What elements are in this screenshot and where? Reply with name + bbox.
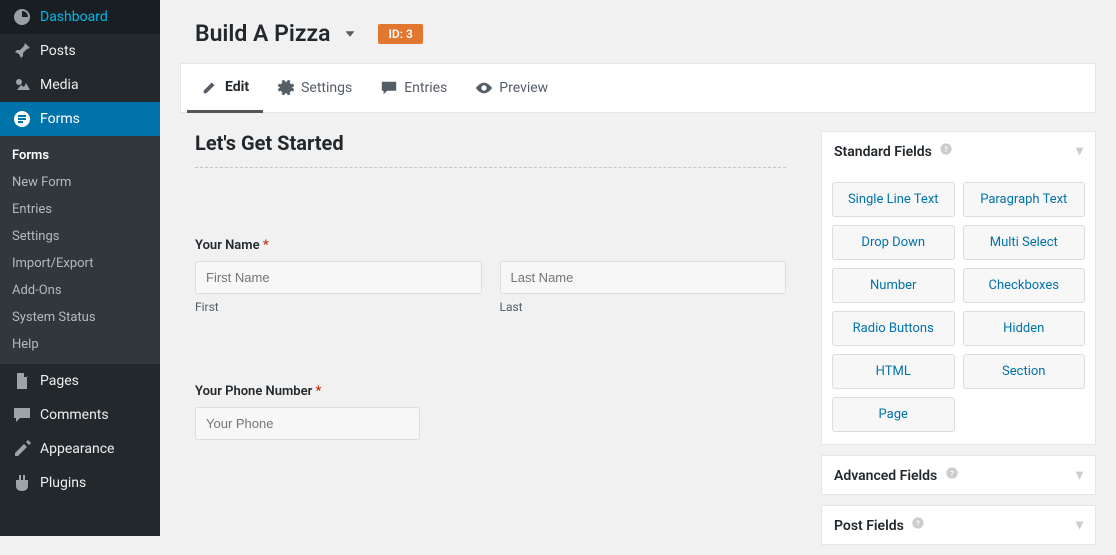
sidebar-item-media[interactable]: Media bbox=[0, 68, 160, 102]
sidebar-label: Pages bbox=[40, 373, 79, 389]
svg-text:?: ? bbox=[916, 519, 920, 528]
sidebar-item-comments[interactable]: Comments bbox=[0, 398, 160, 432]
forms-icon bbox=[12, 109, 32, 129]
sidebar-item-dashboard[interactable]: Dashboard bbox=[0, 0, 160, 34]
form-switcher-dropdown[interactable] bbox=[340, 24, 360, 44]
submenu-settings[interactable]: Settings bbox=[0, 223, 160, 250]
last-name-sublabel: Last bbox=[500, 300, 787, 314]
field-section[interactable]: Section bbox=[963, 354, 1086, 389]
submenu-forms[interactable]: Forms bbox=[0, 142, 160, 169]
expand-arrow-icon: ▾ bbox=[1076, 517, 1083, 533]
sidebar-label: Forms bbox=[40, 111, 80, 127]
last-name-input[interactable] bbox=[500, 261, 787, 294]
comments-icon bbox=[12, 405, 32, 425]
sidebar-label: Media bbox=[40, 77, 79, 93]
standard-fields-body: Single Line Text Paragraph Text Drop Dow… bbox=[822, 170, 1095, 444]
submenu-new-form[interactable]: New Form bbox=[0, 169, 160, 196]
tab-label: Entries bbox=[404, 80, 447, 96]
plugins-icon bbox=[12, 473, 32, 493]
field-radio-buttons[interactable]: Radio Buttons bbox=[832, 311, 955, 346]
appearance-icon bbox=[12, 439, 32, 459]
pin-icon bbox=[12, 41, 32, 61]
post-fields-panel: Post Fields ? ▾ bbox=[821, 505, 1096, 545]
submenu-import-export[interactable]: Import/Export bbox=[0, 250, 160, 277]
divider bbox=[195, 167, 786, 168]
tab-preview[interactable]: Preview bbox=[461, 64, 562, 112]
sidebar-label: Dashboard bbox=[40, 9, 108, 25]
admin-sidebar: Dashboard Posts Media Forms Forms New Fo… bbox=[0, 0, 160, 536]
field-paragraph-text[interactable]: Paragraph Text bbox=[963, 182, 1086, 217]
edit-icon bbox=[201, 78, 219, 96]
first-name-input[interactable] bbox=[195, 261, 482, 294]
dashboard-icon bbox=[12, 7, 32, 27]
field-number[interactable]: Number bbox=[832, 268, 955, 303]
main-content: Build A Pizza ID: 3 Edit Settings Entrie… bbox=[160, 0, 1116, 555]
form-header: Build A Pizza ID: 3 bbox=[180, 0, 1096, 63]
help-icon: ? bbox=[945, 466, 959, 480]
forms-submenu: Forms New Form Entries Settings Import/E… bbox=[0, 136, 160, 364]
pages-icon bbox=[12, 371, 32, 391]
form-section-heading: Let's Get Started bbox=[195, 131, 786, 155]
sidebar-item-plugins[interactable]: Plugins bbox=[0, 466, 160, 500]
field-html[interactable]: HTML bbox=[832, 354, 955, 389]
form-id-badge: ID: 3 bbox=[378, 24, 422, 44]
phone-field-block: Your Phone Number * bbox=[195, 384, 786, 440]
help-icon: ? bbox=[939, 142, 953, 156]
post-fields-header[interactable]: Post Fields ? ▾ bbox=[822, 506, 1095, 544]
field-multi-select[interactable]: Multi Select bbox=[963, 225, 1086, 260]
field-hidden[interactable]: Hidden bbox=[963, 311, 1086, 346]
form-title: Build A Pizza bbox=[195, 20, 330, 47]
phone-input[interactable] bbox=[195, 407, 420, 440]
field-checkboxes[interactable]: Checkboxes bbox=[963, 268, 1086, 303]
settings-icon bbox=[277, 79, 295, 97]
required-indicator: * bbox=[316, 384, 322, 399]
name-field-row: First Last bbox=[195, 261, 786, 314]
sidebar-label: Comments bbox=[40, 407, 109, 423]
collapse-arrow-icon: ▾ bbox=[1076, 143, 1083, 159]
tab-label: Preview bbox=[499, 80, 548, 96]
tab-entries[interactable]: Entries bbox=[366, 64, 461, 112]
entries-icon bbox=[380, 79, 398, 97]
expand-arrow-icon: ▾ bbox=[1076, 467, 1083, 483]
field-single-line-text[interactable]: Single Line Text bbox=[832, 182, 955, 217]
standard-fields-panel: Standard Fields ? ▾ Single Line Text Par… bbox=[821, 131, 1096, 445]
form-editor-area: Let's Get Started Your Name * First Last… bbox=[180, 131, 801, 555]
phone-field-label: Your Phone Number * bbox=[195, 384, 786, 399]
required-indicator: * bbox=[263, 238, 269, 253]
sidebar-item-posts[interactable]: Posts bbox=[0, 34, 160, 68]
svg-text:?: ? bbox=[944, 145, 948, 154]
field-drop-down[interactable]: Drop Down bbox=[832, 225, 955, 260]
name-field-label: Your Name * bbox=[195, 238, 786, 253]
tab-label: Edit bbox=[225, 79, 249, 95]
first-name-sublabel: First bbox=[195, 300, 482, 314]
tab-edit[interactable]: Edit bbox=[187, 64, 263, 113]
submenu-help[interactable]: Help bbox=[0, 331, 160, 358]
sidebar-label: Posts bbox=[40, 43, 76, 59]
advanced-fields-header[interactable]: Advanced Fields ? ▾ bbox=[822, 456, 1095, 494]
sidebar-label: Appearance bbox=[40, 441, 114, 457]
tab-settings[interactable]: Settings bbox=[263, 64, 366, 112]
sidebar-label: Plugins bbox=[40, 475, 86, 491]
sidebar-item-pages[interactable]: Pages bbox=[0, 364, 160, 398]
svg-text:?: ? bbox=[950, 469, 954, 478]
tab-label: Settings bbox=[301, 80, 352, 96]
help-icon: ? bbox=[911, 516, 925, 530]
media-icon bbox=[12, 75, 32, 95]
submenu-system-status[interactable]: System Status bbox=[0, 304, 160, 331]
sidebar-item-appearance[interactable]: Appearance bbox=[0, 432, 160, 466]
form-tabs: Edit Settings Entries Preview bbox=[180, 63, 1096, 113]
preview-icon bbox=[475, 79, 493, 97]
standard-fields-header[interactable]: Standard Fields ? ▾ bbox=[822, 132, 1095, 170]
advanced-fields-panel: Advanced Fields ? ▾ bbox=[821, 455, 1096, 495]
field-palette: Standard Fields ? ▾ Single Line Text Par… bbox=[821, 131, 1096, 555]
submenu-addons[interactable]: Add-Ons bbox=[0, 277, 160, 304]
field-page[interactable]: Page bbox=[832, 397, 955, 432]
sidebar-item-forms[interactable]: Forms bbox=[0, 102, 160, 136]
submenu-entries[interactable]: Entries bbox=[0, 196, 160, 223]
